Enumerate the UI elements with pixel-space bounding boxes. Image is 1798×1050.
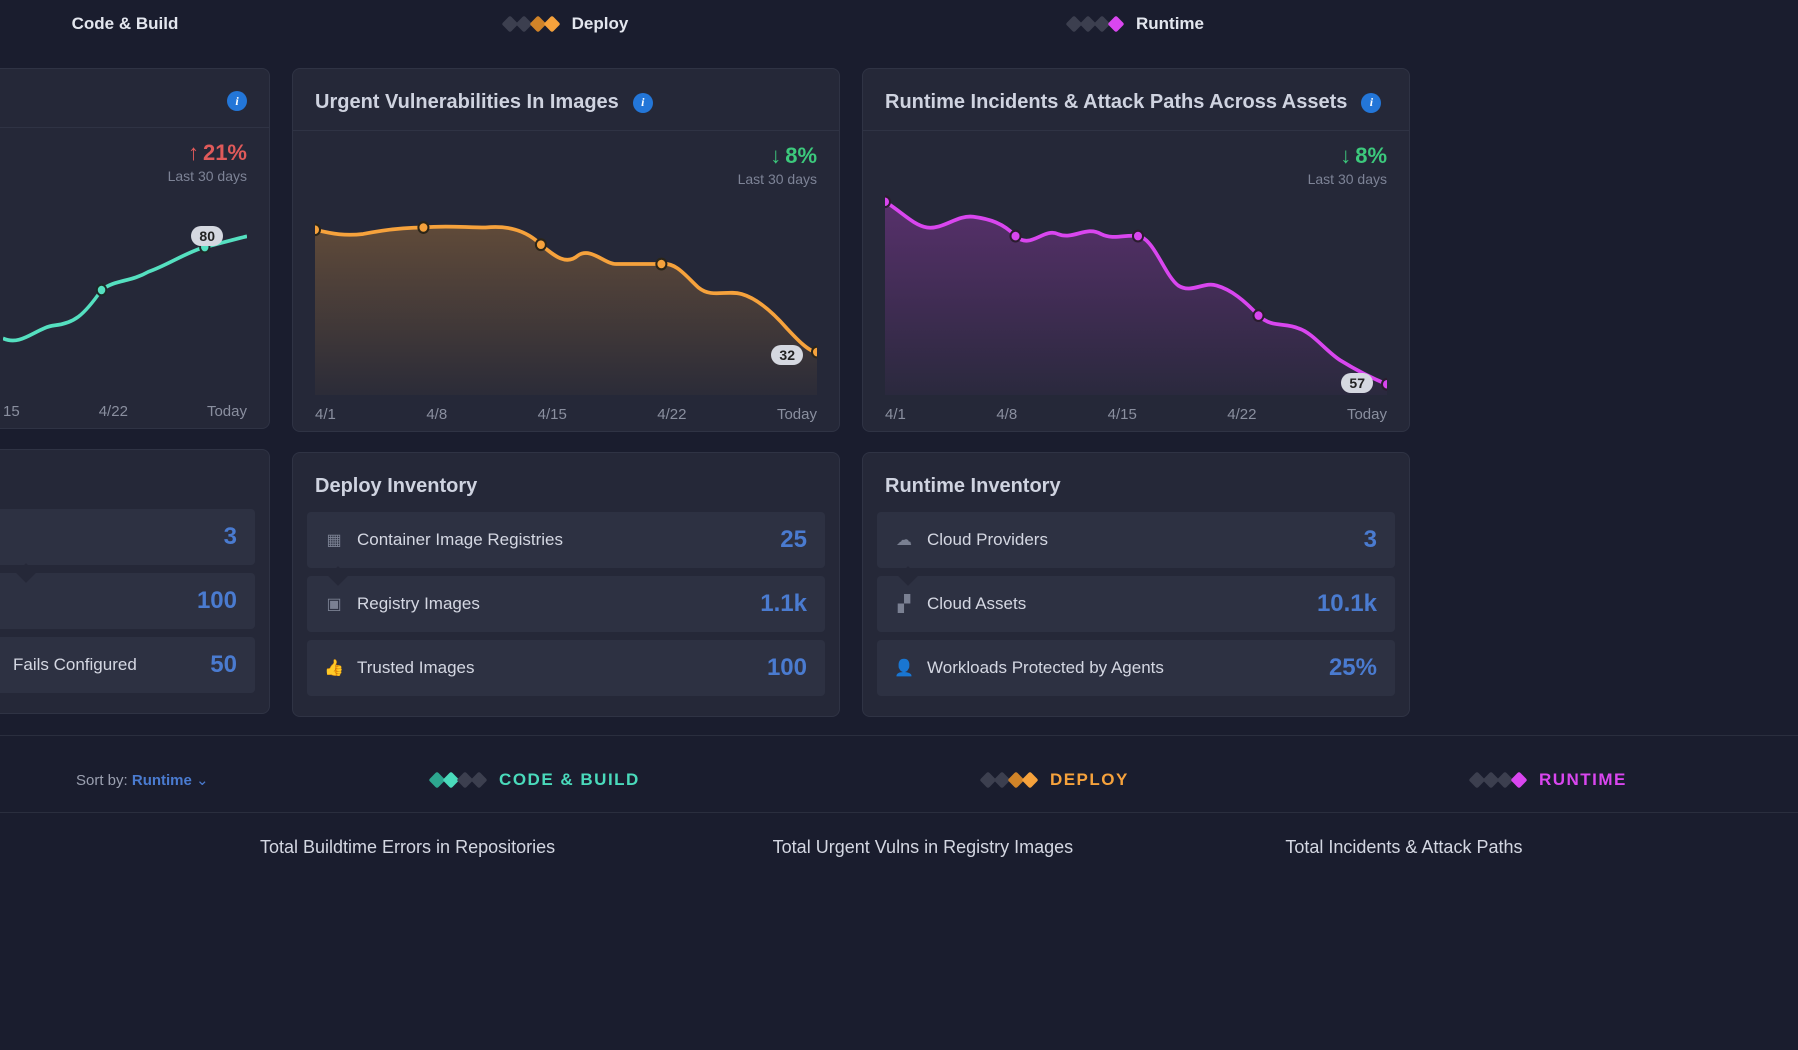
trend-period: Last 30 days — [1308, 171, 1387, 187]
inventory-row[interactable]: 👍 Trusted Images 100 — [307, 640, 825, 696]
inventory-title: Runtime Inventory — [863, 453, 1409, 512]
inventory-value: 50 — [210, 651, 237, 679]
end-label: 80 — [191, 226, 223, 246]
inventory-title: Deploy Inventory — [293, 453, 839, 512]
inventory-value: 25% — [1329, 654, 1377, 682]
code-inventory: . 3 100 Fails Configured 50 — [0, 449, 270, 714]
total-code: Total Buildtime Errors in Repositories — [260, 837, 773, 858]
trend-period: Last 30 days — [168, 168, 247, 184]
diamond-icon-group — [982, 774, 1036, 786]
arrow-down-icon: ↓ — [770, 143, 781, 169]
card-title: Runtime Incidents & Attack Paths Across … — [885, 91, 1347, 114]
diamond-icon-group — [1471, 774, 1525, 786]
runtime-area-chart — [885, 191, 1387, 395]
tab-code-build[interactable]: CODE & BUILD — [431, 770, 640, 790]
totals-row: Total Buildtime Errors in Repositories T… — [0, 812, 1798, 858]
tab-runtime[interactable]: RUNTIME — [1471, 770, 1627, 790]
info-icon[interactable]: i — [633, 93, 653, 113]
runtime-inventory: Runtime Inventory ☁ Cloud Providers 3 ▞ … — [862, 452, 1410, 717]
grid-icon: ▦ — [325, 531, 343, 549]
tab-deploy[interactable]: DEPLOY — [982, 770, 1129, 790]
inventory-value: 1.1k — [760, 590, 807, 618]
diamond-icon-group — [1068, 18, 1122, 30]
inventory-row[interactable]: 100 — [0, 573, 255, 629]
assets-icon: ▞ — [895, 595, 913, 613]
inventory-row[interactable]: ▣ Registry Images 1.1k — [307, 576, 825, 632]
inventory-row[interactable]: Fails Configured 50 — [0, 637, 255, 693]
user-icon: 👤 — [895, 659, 913, 677]
section-title: Runtime — [1136, 14, 1204, 34]
code-line-chart — [3, 188, 247, 392]
inventory-value: 3 — [1364, 526, 1377, 554]
card-title: Urgent Vulnerabilities In Images — [315, 91, 619, 114]
sort-by-dropdown[interactable]: Sort by: Runtime ⌄ — [0, 771, 260, 789]
info-icon[interactable]: i — [227, 91, 247, 111]
inventory-value: 100 — [197, 587, 237, 615]
section-title: Deploy — [572, 14, 629, 34]
trend-value: ↑ 21% — [168, 140, 247, 166]
section-header-runtime: Runtime — [862, 0, 1410, 48]
trend-period: Last 30 days — [738, 171, 817, 187]
cloud-icon: ☁ — [895, 531, 913, 549]
total-runtime: Total Incidents & Attack Paths — [1285, 837, 1798, 858]
thumbs-up-icon: 👍 — [325, 659, 343, 677]
inventory-value: 100 — [767, 654, 807, 682]
trend-value: ↓ 8% — [1308, 143, 1387, 169]
section-header-deploy: Deploy — [292, 0, 840, 48]
diamond-icon-group — [431, 774, 485, 786]
info-icon[interactable]: i — [1361, 93, 1381, 113]
total-deploy: Total Urgent Vulns in Registry Images — [773, 837, 1286, 858]
inventory-row[interactable]: ▞ Cloud Assets 10.1k — [877, 576, 1395, 632]
inventory-row[interactable]: 3 — [0, 509, 255, 565]
end-label: 57 — [1341, 373, 1373, 393]
inventory-row[interactable]: ☁ Cloud Providers 3 — [877, 512, 1395, 568]
inventory-value: 3 — [224, 523, 237, 551]
inventory-row[interactable]: ▦ Container Image Registries 25 — [307, 512, 825, 568]
x-axis: 15 4/22 Today — [3, 403, 247, 420]
deploy-inventory: Deploy Inventory ▦ Container Image Regis… — [292, 452, 840, 717]
trend-value: ↓ 8% — [738, 143, 817, 169]
inventory-row[interactable]: 👤 Workloads Protected by Agents 25% — [877, 640, 1395, 696]
deploy-area-chart — [315, 191, 817, 395]
card-deploy-chart: Urgent Vulnerabilities In Images i ↓ 8% … — [292, 68, 840, 432]
end-label: 32 — [771, 345, 803, 365]
inventory-value: 10.1k — [1317, 590, 1377, 618]
x-axis: 4/1 4/8 4/15 4/22 Today — [885, 406, 1387, 423]
section-title: Code & Build — [72, 14, 179, 34]
inventory-value: 25 — [780, 526, 807, 554]
image-icon: ▣ — [325, 595, 343, 613]
section-header-codebuild: Code & Build — [0, 0, 270, 48]
card-runtime-chart: Runtime Incidents & Attack Paths Across … — [862, 68, 1410, 432]
card-code-chart: i ↑ 21% Last 30 days 80 — [0, 68, 270, 429]
arrow-down-icon: ↓ — [1340, 143, 1351, 169]
sort-tabs-row: Sort by: Runtime ⌄ CODE & BUILD DEPLOY R… — [0, 735, 1798, 812]
diamond-icon-group — [504, 18, 558, 30]
chevron-down-icon: ⌄ — [196, 772, 209, 789]
x-axis: 4/1 4/8 4/15 4/22 Today — [315, 406, 817, 423]
arrow-up-icon: ↑ — [188, 140, 199, 166]
